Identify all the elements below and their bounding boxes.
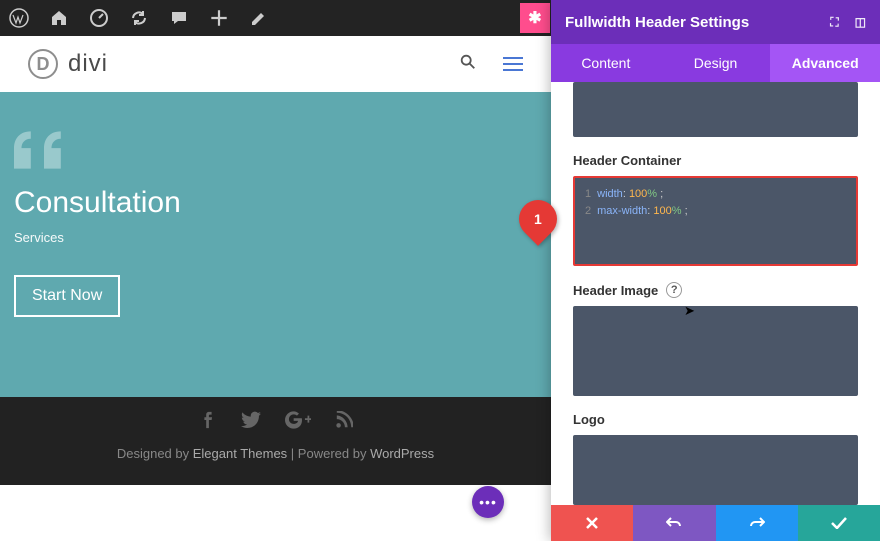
css-prop: max-width bbox=[597, 205, 647, 217]
header-image-code-editor[interactable] bbox=[573, 306, 858, 396]
settings-panel: Fullwidth Header Settings ⛶ ◫ Content De… bbox=[551, 0, 880, 541]
rss-icon[interactable] bbox=[335, 411, 353, 434]
panel-title: Fullwidth Header Settings bbox=[565, 14, 749, 31]
hero-subtitle: Services bbox=[14, 230, 537, 245]
footer-text: Powered by bbox=[298, 446, 370, 461]
footer-credits: Designed by Elegant Themes | Powered by … bbox=[0, 446, 551, 461]
panel-header: Fullwidth Header Settings ⛶ ◫ bbox=[551, 0, 880, 44]
comment-icon[interactable] bbox=[168, 7, 190, 29]
logo-code-editor[interactable] bbox=[573, 435, 858, 505]
css-unit: % bbox=[647, 188, 657, 200]
cursor-icon: ➤ bbox=[684, 303, 695, 319]
css-unit: % bbox=[672, 205, 682, 217]
css-prop: width bbox=[597, 188, 623, 200]
discard-button[interactable] bbox=[551, 505, 633, 541]
tab-advanced[interactable]: Advanced bbox=[770, 44, 880, 82]
wordpress-icon[interactable] bbox=[8, 7, 30, 29]
menu-icon[interactable] bbox=[503, 53, 523, 75]
line-number: 1 bbox=[585, 188, 591, 200]
wordpress-link[interactable]: WordPress bbox=[370, 446, 434, 461]
fullwidth-header: Consultation Services Start Now bbox=[0, 92, 551, 397]
header-container-code-editor[interactable]: 1width: 100% ; 2max-width: 100% ; bbox=[573, 176, 858, 266]
field-label-logo: Logo bbox=[573, 412, 858, 427]
logo-text: divi bbox=[68, 50, 108, 78]
hero-title: Consultation bbox=[14, 186, 537, 220]
tab-design[interactable]: Design bbox=[661, 44, 771, 82]
save-button[interactable] bbox=[798, 505, 880, 541]
panel-body: Header Container 1width: 100% ; 2max-wid… bbox=[551, 82, 880, 505]
site-header: D divi bbox=[0, 36, 551, 92]
builder-fab[interactable]: ••• bbox=[472, 486, 504, 518]
refresh-icon[interactable] bbox=[128, 7, 150, 29]
field-label-header-container: Header Container bbox=[573, 153, 858, 168]
quote-icon bbox=[14, 130, 537, 170]
panel-tabs: Content Design Advanced bbox=[551, 44, 880, 82]
label-text: Header Image bbox=[573, 283, 658, 298]
expand-icon[interactable]: ⛶ bbox=[830, 15, 838, 30]
logo-mark: D bbox=[28, 49, 58, 79]
add-icon[interactable] bbox=[208, 7, 230, 29]
css-val: 100 bbox=[629, 188, 647, 200]
panel-actions bbox=[551, 505, 880, 541]
elegant-themes-link[interactable]: Elegant Themes bbox=[193, 446, 287, 461]
field-label-header-image: Header Image ? bbox=[573, 282, 858, 298]
tab-content[interactable]: Content bbox=[551, 44, 661, 82]
social-icons bbox=[0, 411, 551, 434]
redo-button[interactable] bbox=[716, 505, 798, 541]
snap-icon[interactable]: ◫ bbox=[855, 15, 866, 30]
page-preview: D divi Consultation Services Start Now D… bbox=[0, 36, 551, 541]
line-number: 2 bbox=[585, 205, 591, 217]
unsaved-indicator[interactable]: ✱ bbox=[520, 3, 550, 33]
help-icon[interactable]: ? bbox=[666, 282, 682, 298]
undo-button[interactable] bbox=[633, 505, 715, 541]
code-editor[interactable] bbox=[573, 82, 858, 137]
home-icon[interactable] bbox=[48, 7, 70, 29]
facebook-icon[interactable] bbox=[199, 411, 217, 434]
footer-text: Designed by bbox=[117, 446, 193, 461]
site-footer: Designed by Elegant Themes | Powered by … bbox=[0, 397, 551, 485]
start-now-button[interactable]: Start Now bbox=[14, 275, 120, 317]
dashboard-icon[interactable] bbox=[88, 7, 110, 29]
twitter-icon[interactable] bbox=[241, 411, 261, 434]
site-logo[interactable]: D divi bbox=[28, 49, 108, 79]
edit-icon[interactable] bbox=[248, 7, 270, 29]
footer-sep: | bbox=[287, 446, 298, 461]
search-icon[interactable] bbox=[459, 53, 477, 76]
css-val: 100 bbox=[653, 205, 671, 217]
google-plus-icon[interactable] bbox=[285, 411, 311, 434]
